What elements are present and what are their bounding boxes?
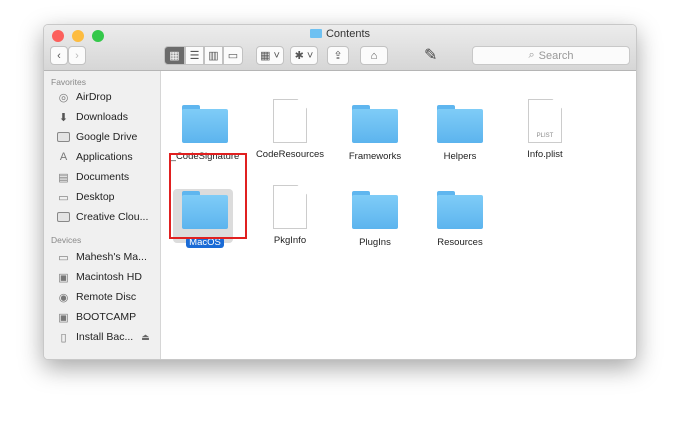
- document-icon: PLIST: [528, 99, 562, 143]
- finder-window: Contents ‹ › ▦ ☰ ▥ ▭ ▦ ˅ ✱ ˅ ⇪ ⌂ ✎ ⌕ Sear…: [43, 24, 637, 360]
- hard-drive-icon: ▣: [58, 311, 69, 324]
- search-input[interactable]: ⌕ Search: [472, 46, 630, 65]
- file-item[interactable]: PLIST Info.plist: [503, 99, 587, 160]
- sidebar-item-label: AirDrop: [76, 91, 112, 103]
- applications-icon: A: [59, 151, 68, 163]
- file-name: Frameworks: [348, 151, 402, 162]
- window-title: Contents: [44, 28, 636, 40]
- sidebar-item-downloads[interactable]: ⬇ Downloads: [44, 107, 160, 127]
- sidebar-item-desktop[interactable]: ▭ Desktop: [44, 187, 160, 207]
- sidebar-item-macbook[interactable]: ▭ Mahesh's Ma...: [44, 247, 160, 267]
- sidebar-item-label: Documents: [76, 171, 130, 183]
- file-name: PlugIns: [359, 237, 391, 248]
- sidebar-item-label: Macintosh HD: [76, 271, 142, 283]
- hard-drive-icon: ▣: [58, 271, 69, 284]
- eject-icon[interactable]: ⏏: [141, 332, 150, 343]
- sidebar-item-creative-cloud[interactable]: Creative Clou...: [44, 207, 160, 227]
- sidebar-item-macintosh-hd[interactable]: ▣ Macintosh HD: [44, 267, 160, 287]
- folder-icon: [352, 105, 398, 143]
- sidebar-item-label: Remote Disc: [76, 291, 137, 303]
- documents-icon: ▤: [58, 171, 69, 184]
- file-name: Resources: [437, 237, 483, 248]
- forward-button[interactable]: ›: [68, 46, 86, 65]
- action-button[interactable]: ✱ ˅: [290, 46, 318, 65]
- devices-header: Devices: [51, 235, 82, 245]
- laptop-icon: ▭: [58, 251, 69, 264]
- folder-icon: [57, 211, 70, 223]
- sidebar: Favorites ◎ AirDrop ⬇ Downloads Google Dri…: [44, 71, 161, 359]
- sidebar-item-documents[interactable]: ▤ Documents: [44, 167, 160, 187]
- folder-icon: [182, 105, 228, 143]
- sidebar-item-label: BOOTCAMP: [76, 311, 137, 323]
- folder-icon: [437, 105, 483, 143]
- sidebar-item-label: Downloads: [76, 111, 128, 123]
- favorites-header: Favorites: [51, 77, 86, 87]
- folder-icon: [352, 191, 398, 229]
- sidebar-item-label: Applications: [76, 151, 133, 163]
- sidebar-item-install[interactable]: ▯ Install Bac... ⏏: [44, 327, 160, 347]
- search-icon: ⌕: [528, 49, 535, 61]
- back-button[interactable]: ‹: [50, 46, 68, 65]
- external-drive-icon: ▯: [60, 331, 67, 344]
- file-item[interactable]: Frameworks: [333, 105, 417, 162]
- sidebar-item-applications[interactable]: A Applications: [44, 147, 160, 167]
- folder-icon: [437, 191, 483, 229]
- file-name: Info.plist: [527, 149, 563, 160]
- folder-icon: [57, 131, 70, 143]
- coverflow-view-button[interactable]: ▭: [223, 46, 243, 65]
- sidebar-item-label: Mahesh's Ma...: [76, 251, 147, 263]
- file-name: CodeResources: [255, 149, 325, 160]
- downloads-icon: ⬇: [58, 111, 69, 124]
- document-icon: [273, 185, 307, 229]
- toolbar: Contents ‹ › ▦ ☰ ▥ ▭ ▦ ˅ ✱ ˅ ⇪ ⌂ ✎ ⌕ Sear…: [44, 25, 636, 71]
- plist-badge: PLIST: [536, 133, 554, 139]
- sidebar-item-label: Google Drive: [76, 131, 138, 143]
- sidebar-item-google-drive[interactable]: Google Drive: [44, 127, 160, 147]
- file-item[interactable]: PlugIns: [333, 191, 417, 248]
- arrange-button[interactable]: ▦ ˅: [256, 46, 284, 65]
- app-extension-icon[interactable]: ✎: [424, 45, 437, 65]
- file-item[interactable]: CodeResources: [248, 99, 332, 160]
- file-name: PkgInfo: [273, 235, 307, 246]
- file-item[interactable]: Resources: [418, 191, 502, 248]
- sidebar-item-label: Desktop: [76, 191, 115, 203]
- tag-button[interactable]: ⌂: [360, 46, 388, 65]
- file-item[interactable]: Helpers: [418, 105, 502, 162]
- sidebar-item-label: Install Bac...: [76, 331, 134, 343]
- disc-icon: ◉: [58, 291, 69, 304]
- search-placeholder: Search: [538, 49, 574, 62]
- column-view-button[interactable]: ▥: [204, 46, 223, 65]
- file-name: Helpers: [443, 151, 477, 162]
- desktop-icon: ▭: [58, 191, 69, 204]
- share-button[interactable]: ⇪: [327, 46, 349, 65]
- airdrop-icon: ◎: [58, 91, 69, 104]
- sidebar-item-label: Creative Clou...: [76, 211, 149, 223]
- file-item[interactable]: PkgInfo: [248, 185, 332, 246]
- document-icon: [273, 99, 307, 143]
- folder-icon: [309, 29, 322, 38]
- sidebar-item-bootcamp[interactable]: ▣ BOOTCAMP: [44, 307, 160, 327]
- list-view-button[interactable]: ☰: [185, 46, 204, 65]
- icon-view-button[interactable]: ▦: [164, 46, 185, 65]
- sidebar-item-airdrop[interactable]: ◎ AirDrop: [44, 87, 160, 107]
- sidebar-item-remote-disc[interactable]: ◉ Remote Disc: [44, 287, 160, 307]
- annotation-highlight-box: [169, 153, 247, 239]
- title-text: Contents: [325, 28, 371, 40]
